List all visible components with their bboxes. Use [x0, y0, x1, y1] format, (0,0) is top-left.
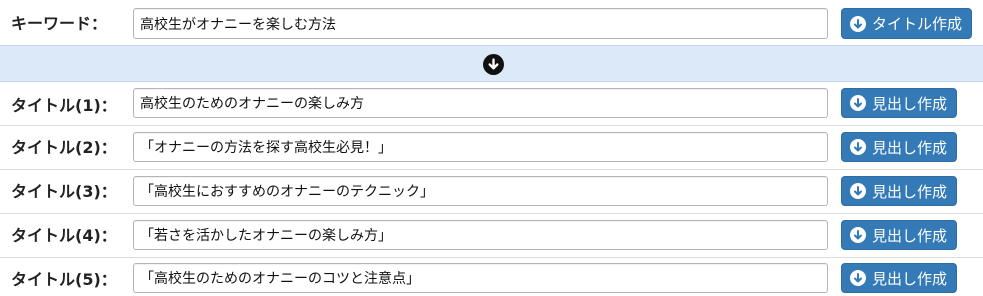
title-input[interactable]	[133, 220, 828, 250]
create-heading-button[interactable]: 見出し作成	[841, 263, 958, 293]
title-label: タイトル(2)：	[11, 138, 117, 157]
arrow-circle-down-icon	[850, 227, 866, 243]
title-input[interactable]	[133, 176, 828, 206]
arrow-circle-down-icon	[850, 95, 866, 111]
create-heading-button[interactable]: 見出し作成	[841, 176, 958, 206]
create-title-button-label: タイトル作成	[872, 15, 963, 33]
arrow-circle-down-icon	[850, 139, 866, 155]
create-heading-button-label: 見出し作成	[872, 269, 948, 288]
create-heading-button-label: 見出し作成	[872, 94, 948, 113]
title-label: タイトル(1)：	[11, 96, 117, 115]
divider-band	[0, 45, 983, 82]
title-row-2: タイトル(2)： 見出し作成	[0, 126, 983, 170]
title-row-5: タイトル(5)： 見出し作成	[0, 258, 983, 296]
title-label: タイトル(4)：	[11, 226, 117, 245]
create-heading-button[interactable]: 見出し作成	[841, 132, 958, 162]
create-title-button[interactable]: タイトル作成	[841, 8, 973, 39]
keyword-input[interactable]	[133, 8, 828, 39]
title-row-3: タイトル(3)： 見出し作成	[0, 170, 983, 214]
title-input[interactable]	[133, 263, 828, 293]
arrow-circle-down-icon	[483, 54, 504, 75]
create-heading-button-label: 見出し作成	[872, 138, 948, 157]
arrow-circle-down-icon	[850, 183, 866, 199]
title-label: タイトル(3)：	[11, 182, 117, 201]
keyword-label: キーワード：	[11, 14, 108, 33]
title-input[interactable]	[133, 88, 828, 118]
create-heading-button-label: 見出し作成	[872, 226, 948, 245]
keyword-row: キーワード： タイトル作成	[0, 0, 983, 45]
title-row-4: タイトル(4)： 見出し作成	[0, 214, 983, 258]
create-heading-button[interactable]: 見出し作成	[841, 88, 958, 118]
title-row-1: タイトル(1)： 見出し作成	[0, 82, 983, 126]
create-heading-button-label: 見出し作成	[872, 182, 948, 201]
arrow-circle-down-icon	[850, 270, 866, 286]
create-heading-button[interactable]: 見出し作成	[841, 220, 958, 250]
title-input[interactable]	[133, 132, 828, 162]
title-label: タイトル(5)：	[11, 270, 117, 289]
arrow-circle-down-icon	[850, 15, 866, 32]
